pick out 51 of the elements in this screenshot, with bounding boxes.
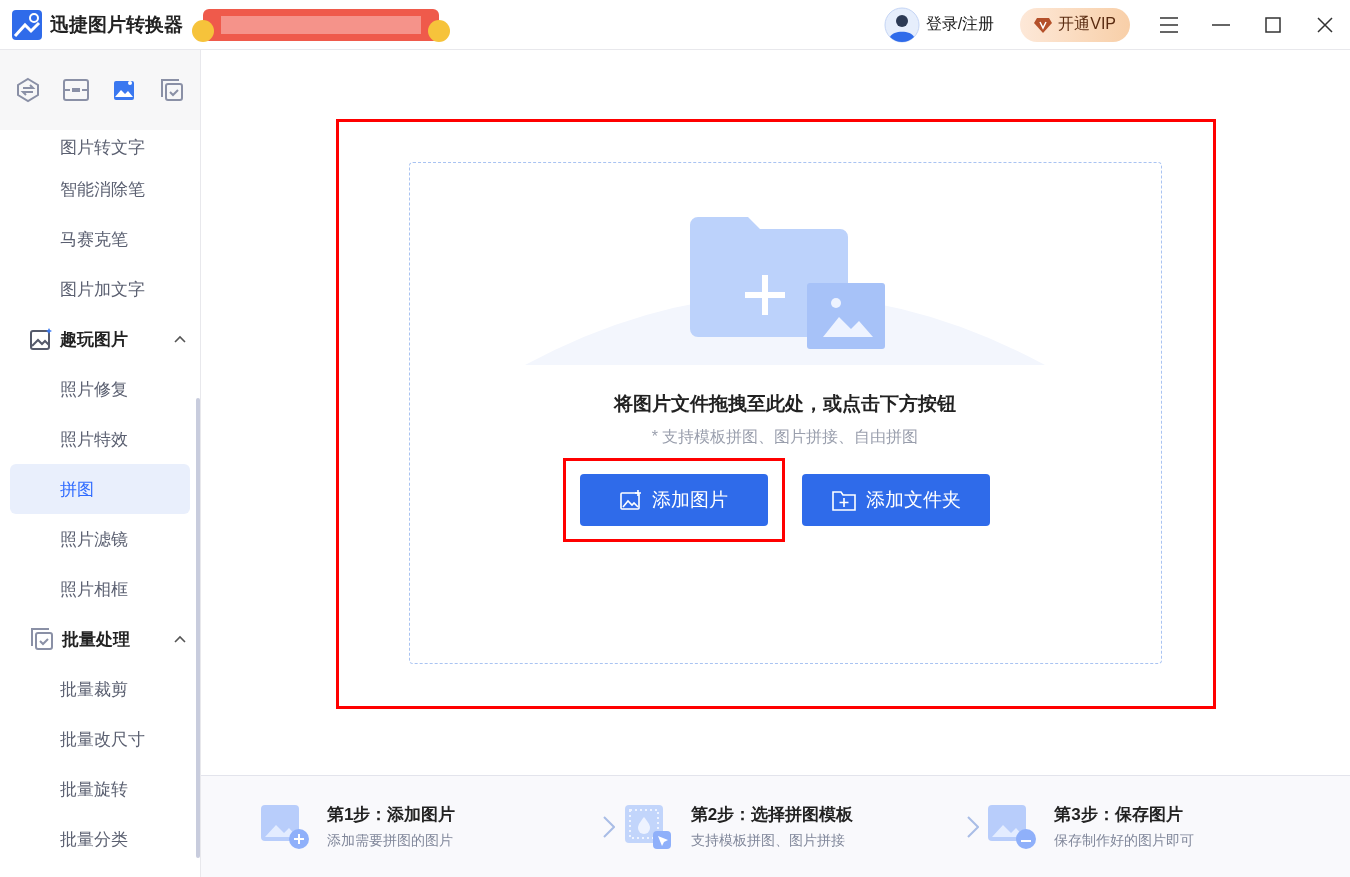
step-description: 添加需要拼图的图片 bbox=[327, 832, 454, 850]
sidebar-item[interactable]: 批量改尺寸 bbox=[10, 714, 190, 764]
avatar-icon bbox=[883, 6, 920, 43]
maximize-icon bbox=[1265, 16, 1281, 33]
sidebar-group[interactable]: 趣玩图片 bbox=[10, 314, 190, 364]
folder-add-icon bbox=[831, 489, 856, 511]
image-add-icon bbox=[259, 802, 311, 851]
diamond-icon bbox=[1034, 16, 1053, 33]
chevron-right-icon bbox=[966, 815, 979, 838]
sidebar-item[interactable]: 批量裁剪 bbox=[10, 664, 190, 714]
image-save-icon bbox=[986, 802, 1039, 851]
sidebar-item[interactable]: 批量分类 bbox=[10, 814, 190, 864]
image-sparkle-icon bbox=[30, 328, 52, 350]
chevron-right-icon bbox=[603, 815, 615, 838]
add-button[interactable]: 添加图片 bbox=[580, 474, 768, 526]
sidebar-group[interactable]: 批量处理 bbox=[10, 614, 190, 664]
vip-button[interactable]: 开通VIP bbox=[1020, 7, 1130, 42]
group-label: 批量处理 bbox=[62, 628, 131, 651]
checked-copies-icon bbox=[160, 78, 184, 102]
frame-icon bbox=[63, 79, 89, 101]
sidebar-item[interactable]: 图片转文字 bbox=[10, 130, 190, 164]
login-button[interactable]: 登录/注册 bbox=[883, 6, 995, 43]
sidebar-item[interactable]: 智能消除笔 bbox=[10, 164, 190, 214]
sidebar-item[interactable]: 照片滤镜 bbox=[10, 514, 190, 564]
sidebar-item[interactable]: 批量旋转 bbox=[10, 764, 190, 814]
step-title: 第3步：保存图片 bbox=[1054, 804, 1184, 826]
drop-zone[interactable]: 将图片文件拖拽至此处，或点击下方按钮 * 支持模板拼图、图片拼接、自由拼图 添加图片 添加文件夹 bbox=[408, 162, 1162, 664]
sidebar-item[interactable]: 照片特效 bbox=[10, 414, 190, 464]
step-title: 第1步：添加图片 bbox=[327, 804, 457, 826]
group-label: 趣玩图片 bbox=[60, 328, 129, 351]
swap-icon bbox=[15, 77, 41, 103]
checked-copies-icon bbox=[30, 627, 54, 651]
menu-icon bbox=[1160, 16, 1178, 33]
step-description: 支持模板拼图、图片拼接 bbox=[690, 832, 846, 850]
promo-banner[interactable] bbox=[191, 6, 451, 43]
sidebar-item[interactable]: 照片相框 bbox=[10, 564, 190, 614]
sidebar-item[interactable]: 照片修复 bbox=[10, 364, 190, 414]
app-title: 迅捷图片转换器 bbox=[50, 12, 183, 37]
add-button[interactable]: 添加文件夹 bbox=[802, 474, 990, 526]
step-description: 保存制作好的图片即可 bbox=[1054, 832, 1196, 850]
sidebar-item[interactable]: 图片加文字 bbox=[10, 264, 190, 314]
drop-title: 将图片文件拖拽至此处，或点击下方按钮 bbox=[614, 392, 956, 416]
app-logo bbox=[12, 9, 42, 40]
sidebar-item[interactable]: 拼图 bbox=[10, 464, 190, 514]
sidebar-item[interactable]: 马赛克笔 bbox=[10, 214, 190, 264]
step-title: 第2步：选择拼图模板 bbox=[690, 804, 855, 826]
drop-hint: * 支持模板拼图、图片拼接、自由拼图 bbox=[651, 427, 919, 447]
minimize-icon bbox=[1212, 23, 1230, 26]
image-add-icon bbox=[620, 490, 642, 510]
close-icon bbox=[1317, 16, 1333, 33]
image-icon bbox=[113, 79, 135, 101]
